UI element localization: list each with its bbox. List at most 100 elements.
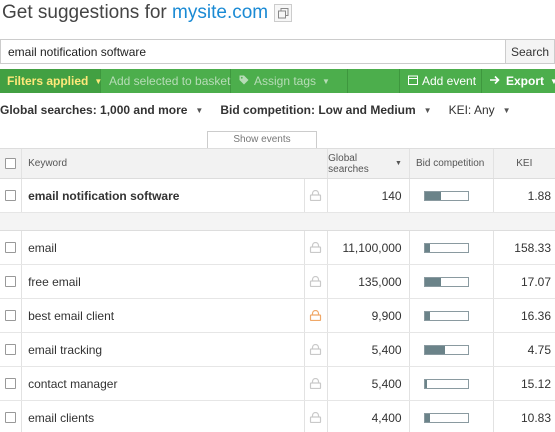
- bid-competition-cell: [410, 333, 494, 366]
- bid-competition-bar: [423, 276, 469, 287]
- lock-cell: [305, 179, 328, 212]
- lock-cell: [305, 367, 328, 400]
- kei-cell: 1.88: [527, 188, 551, 203]
- kei-cell: 16.36: [520, 308, 551, 323]
- kei-cell: 15.12: [520, 376, 551, 391]
- assign-tags-label: Assign tags: [254, 74, 317, 88]
- bid-competition-filter[interactable]: Bid competition: Low and Medium ▼: [220, 103, 431, 117]
- table-row[interactable]: contact manager 5,400 15.12: [0, 367, 555, 401]
- bid-competition-bar-fill: [424, 379, 428, 388]
- column-keyword[interactable]: Keyword: [22, 149, 329, 178]
- table-row[interactable]: email tracking 5,400 4.75: [0, 333, 555, 367]
- bid-competition-cell: [410, 231, 494, 264]
- add-to-basket-label: Add selected to basket: [109, 74, 231, 88]
- add-event-button[interactable]: Add event: [399, 69, 482, 93]
- row-checkbox[interactable]: [5, 378, 17, 389]
- lock-cell: [305, 333, 328, 366]
- bid-competition-cell: [410, 299, 494, 332]
- lock-cell: [305, 401, 328, 432]
- kei-cell: 10.83: [520, 410, 551, 425]
- lock-icon[interactable]: [309, 190, 322, 201]
- lock-icon[interactable]: [309, 242, 322, 253]
- lock-icon[interactable]: [309, 378, 322, 389]
- row-checkbox-cell: [0, 333, 23, 366]
- row-checkbox-cell: [0, 265, 23, 298]
- bid-competition-cell: [410, 401, 494, 432]
- lock-cell: [305, 299, 328, 332]
- row-checkbox[interactable]: [5, 190, 17, 201]
- copy-icon[interactable]: [274, 4, 293, 22]
- global-searches-cell: 140: [328, 179, 410, 212]
- bid-competition-bar-fill: [424, 277, 441, 286]
- chevron-down-icon: ▼: [550, 76, 555, 86]
- site-name[interactable]: mysite.com: [172, 2, 268, 23]
- row-checkbox-cell: [0, 179, 23, 212]
- row-checkbox[interactable]: [5, 242, 17, 253]
- table-row-main[interactable]: email notification software 140 1.88: [0, 179, 555, 213]
- arrow-right-icon: [490, 74, 501, 88]
- assign-tags-button[interactable]: Assign tags ▼: [231, 69, 348, 93]
- add-to-basket-button[interactable]: Add selected to basket: [101, 69, 231, 93]
- row-checkbox-cell: [0, 367, 23, 400]
- global-searches-filter[interactable]: Global searches: 1,000 and more ▼: [0, 103, 203, 117]
- row-checkbox[interactable]: [5, 276, 17, 287]
- show-events-toggle[interactable]: Show events: [207, 131, 317, 148]
- keyword-cell: email tracking: [22, 333, 305, 366]
- keyword-cell: email: [22, 231, 305, 264]
- search-input[interactable]: [0, 39, 505, 64]
- column-global-searches[interactable]: Global searches ▼: [328, 149, 410, 178]
- lock-icon[interactable]: [309, 344, 322, 355]
- keyword-cell: contact manager: [22, 367, 305, 400]
- global-searches-cell: 11,100,000: [328, 231, 410, 264]
- keyword-cell: email clients: [22, 401, 305, 432]
- bid-competition-bar: [423, 378, 469, 389]
- chevron-down-icon: ▼: [195, 105, 204, 115]
- kei-filter[interactable]: KEI: Any ▼: [449, 103, 511, 117]
- global-searches-cell: 4,400: [328, 401, 410, 432]
- tag-icon: [239, 74, 249, 88]
- toolbar: Filters applied ▼ Add selected to basket…: [0, 69, 555, 93]
- global-searches-cell: 5,400: [328, 367, 410, 400]
- keyword-cell: free email: [22, 265, 305, 298]
- row-checkbox-cell: [0, 401, 23, 432]
- chevron-down-icon: ▼: [322, 76, 330, 86]
- search-button[interactable]: Search: [505, 39, 555, 64]
- title-prefix: Get suggestions for: [2, 2, 173, 23]
- row-checkbox-cell: [0, 299, 23, 332]
- table-row[interactable]: email clients 4,400 10.83: [0, 401, 555, 432]
- keyword-cell: email notification software: [22, 179, 305, 212]
- bid-competition-bar-fill: [424, 191, 441, 200]
- row-checkbox[interactable]: [5, 310, 17, 321]
- table-row[interactable]: email 11,100,000 158.33: [0, 231, 555, 265]
- bid-competition-cell: [410, 367, 494, 400]
- chevron-down-icon: ▼: [502, 105, 511, 115]
- row-checkbox[interactable]: [5, 412, 17, 423]
- row-checkbox[interactable]: [5, 344, 17, 355]
- column-bid-competition[interactable]: Bid competition: [410, 149, 494, 178]
- select-all-checkbox[interactable]: [5, 158, 17, 169]
- global-searches-cell: 9,900: [328, 299, 410, 332]
- lock-cell: [305, 265, 328, 298]
- bid-competition-bar: [423, 344, 469, 355]
- kei-cell: 158.33: [514, 240, 551, 255]
- search-bar: Search: [0, 39, 555, 64]
- lock-icon[interactable]: [309, 412, 322, 423]
- lock-icon[interactable]: [309, 310, 322, 321]
- sort-down-icon: ▼: [395, 160, 402, 167]
- table-row[interactable]: free email 135,000 17.07: [0, 265, 555, 299]
- chevron-down-icon: ▼: [423, 105, 432, 115]
- kei-cell: 4.75: [527, 342, 551, 357]
- lock-icon[interactable]: [309, 276, 322, 287]
- keyword-cell: best email client: [22, 299, 305, 332]
- bid-competition-cell: [410, 265, 494, 298]
- column-kei[interactable]: KEI: [494, 149, 555, 178]
- bid-competition-filter-label: Bid competition: Low and Medium: [220, 103, 416, 117]
- export-button[interactable]: Export ▼: [482, 69, 555, 93]
- bid-competition-bar: [423, 412, 469, 423]
- row-checkbox-cell: [0, 231, 23, 264]
- filters-applied-button[interactable]: Filters applied ▼: [0, 69, 102, 93]
- bid-competition-bar-fill: [424, 243, 430, 252]
- select-all-cell: [0, 149, 23, 178]
- table-row[interactable]: best email client 9,900 16.36: [0, 299, 555, 333]
- calendar-icon: [408, 74, 418, 88]
